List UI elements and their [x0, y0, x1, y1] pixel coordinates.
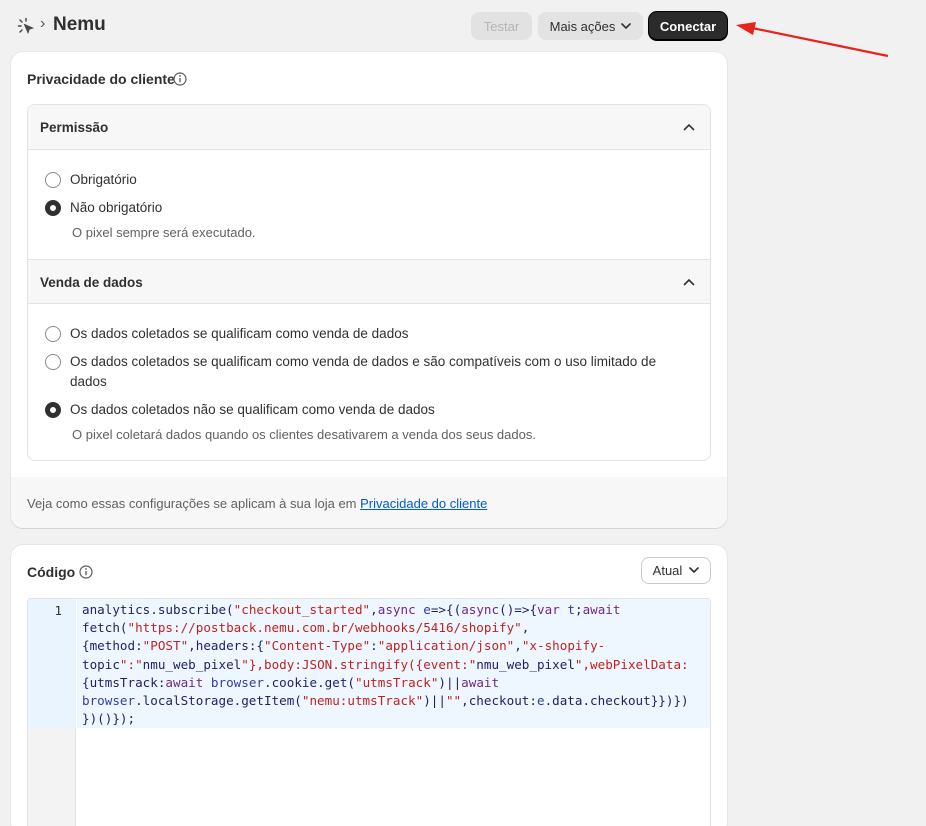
version-select-label: Atual — [652, 563, 683, 578]
privacy-settings-panel: Permissão Obrigatório Não obrigatório O … — [27, 104, 711, 461]
radio-qualifies[interactable] — [45, 326, 61, 342]
radio-limited-use[interactable] — [45, 354, 61, 370]
connect-button-label: Conectar — [659, 18, 717, 34]
option-label: Os dados coletados não se qualificam com… — [70, 402, 435, 417]
data-sale-help-text: O pixel coletará dados quando os cliente… — [72, 427, 536, 442]
annotation-arrow-icon — [736, 22, 889, 58]
chevron-up-icon[interactable] — [683, 277, 695, 287]
radio-not-required[interactable] — [45, 200, 61, 216]
footer-text-prefix: Veja como essas configurações se aplicam… — [27, 496, 361, 511]
option-label: Os dados coletados se qualificam como ve… — [70, 354, 657, 389]
code-editor[interactable]: 1 analytics.subscribe("checkout_started"… — [27, 598, 711, 826]
more-actions-label: Mais ações — [549, 18, 616, 34]
chevron-down-icon — [689, 567, 700, 574]
code-text[interactable]: analytics.subscribe("checkout_started",a… — [82, 601, 710, 728]
chevron-up-icon[interactable] — [683, 122, 695, 132]
data-sale-option-not-qualifies[interactable]: Os dados coletados não se qualificam com… — [45, 400, 685, 420]
data-sale-heading: Venda de dados — [40, 275, 143, 290]
breadcrumb-chevron-icon: › — [40, 15, 46, 32]
active-line-gutter — [28, 599, 76, 728]
data-sale-option-qualifies[interactable]: Os dados coletados se qualificam como ve… — [45, 324, 685, 344]
code-card-title: Código — [27, 564, 76, 580]
footer-text: Veja como essas configurações se aplicam… — [27, 496, 487, 511]
option-label: Obrigatório — [70, 172, 137, 187]
option-label: Os dados coletados se qualificam como ve… — [70, 326, 409, 341]
permission-section-header[interactable]: Permissão — [28, 105, 710, 150]
permission-heading: Permissão — [40, 120, 109, 135]
test-button-label: Testar — [483, 18, 520, 34]
radio-required[interactable] — [45, 172, 61, 188]
test-button[interactable]: Testar — [471, 12, 532, 40]
privacy-card: Privacidade do cliente Permissão Obrigat… — [11, 52, 727, 528]
privacy-card-footer: Veja como essas configurações se aplicam… — [11, 477, 727, 528]
option-label: Não obrigatório — [70, 200, 163, 215]
customer-privacy-link[interactable]: Privacidade do cliente — [360, 496, 487, 511]
radio-not-qualifies[interactable] — [45, 402, 61, 418]
info-icon[interactable] — [79, 565, 93, 579]
page-title: Nemu — [53, 14, 106, 35]
top-bar: › Nemu Testar Mais ações Conectar — [0, 0, 926, 58]
data-sale-option-limited-use[interactable]: Os dados coletados se qualificam como ve… — [45, 352, 685, 392]
chevron-down-icon — [621, 22, 632, 29]
version-select[interactable]: Atual — [641, 557, 711, 584]
more-actions-button[interactable]: Mais ações — [538, 12, 643, 40]
data-sale-section-header[interactable]: Venda de dados — [28, 259, 710, 304]
info-icon[interactable] — [173, 72, 187, 86]
privacy-card-title: Privacidade do cliente — [27, 71, 175, 87]
permission-option-not-required[interactable]: Não obrigatório — [45, 198, 685, 218]
line-number: 1 — [54, 603, 62, 618]
permission-help-text: O pixel sempre será executado. — [72, 225, 256, 240]
permission-option-required[interactable]: Obrigatório — [45, 170, 685, 190]
pixel-icon[interactable] — [17, 17, 35, 35]
connect-button[interactable]: Conectar — [649, 12, 727, 40]
code-card: Código Atual 1 analytics.subscribe("chec… — [11, 545, 727, 826]
